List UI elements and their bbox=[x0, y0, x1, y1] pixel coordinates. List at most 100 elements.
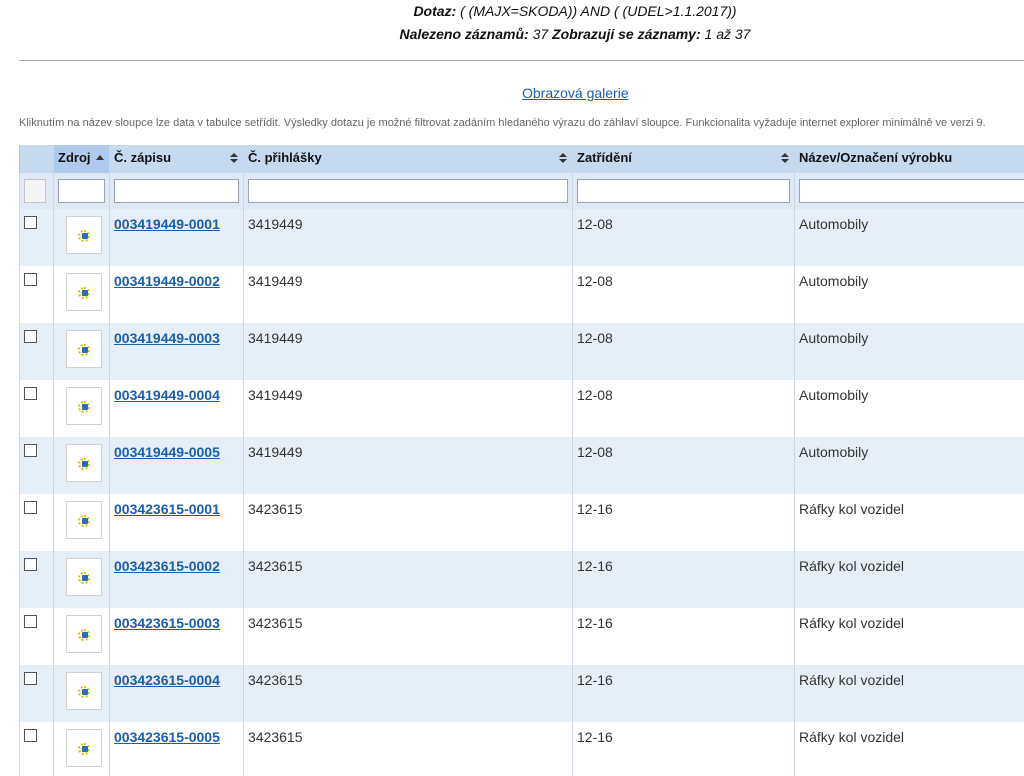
select-cell bbox=[19, 665, 54, 722]
source-cell bbox=[53, 380, 110, 437]
table-row: 003419449-0002 3419449 12-08 Automobily bbox=[19, 266, 1024, 323]
product-name-cell: Ráfky kol vozidel bbox=[794, 608, 1024, 665]
row-checkbox[interactable] bbox=[24, 558, 37, 571]
product-name-cell: Ráfky kol vozidel bbox=[794, 722, 1024, 776]
product-name-cell: Automobily bbox=[794, 380, 1024, 437]
app-no-cell: 3423615 bbox=[243, 551, 573, 608]
header-row: Zdroj Č. zápisu Č. přihlášky Zatřídění N… bbox=[19, 145, 1024, 173]
registration-number-link[interactable]: 003423615-0001 bbox=[114, 501, 220, 517]
select-cell bbox=[19, 209, 54, 266]
eu-design-source-icon[interactable] bbox=[66, 615, 102, 653]
row-checkbox[interactable] bbox=[24, 615, 37, 628]
divider bbox=[19, 60, 1024, 61]
showing-label: Zobrazuji se záznamy: bbox=[552, 26, 701, 42]
select-cell bbox=[19, 722, 54, 776]
column-header-app-no[interactable]: Č. přihlášky bbox=[243, 145, 573, 173]
eu-design-source-icon[interactable] bbox=[66, 273, 102, 311]
table-row: 003423615-0004 3423615 12-16 Ráfky kol vozi… bbox=[19, 665, 1024, 722]
registration-number-link[interactable]: 003419449-0005 bbox=[114, 444, 220, 460]
eu-design-source-icon[interactable] bbox=[66, 672, 102, 710]
sort-arrows-icon bbox=[559, 153, 567, 164]
query-label: Dotaz: bbox=[413, 3, 457, 19]
filter-cell-app-no bbox=[243, 173, 573, 209]
table-row: 003423615-0005 3423615 12-16 Ráfky kol vozi… bbox=[19, 722, 1024, 776]
row-checkbox[interactable] bbox=[24, 216, 37, 229]
registration-number-link[interactable]: 003419449-0001 bbox=[114, 216, 220, 232]
column-header-class-label: Zatřídění bbox=[577, 150, 632, 165]
query-line: Dotaz: ( (MAJX=SKODA)) AND ( (UDEL>1.1.2… bbox=[0, 3, 1024, 19]
class-cell: 12-16 bbox=[572, 665, 795, 722]
app-no-cell: 3419449 bbox=[243, 437, 573, 494]
eu-design-source-icon[interactable] bbox=[66, 387, 102, 425]
reg-no-cell: 003423615-0003 bbox=[109, 608, 244, 665]
table-row: 003423615-0002 3423615 12-16 Ráfky kol vozi… bbox=[19, 551, 1024, 608]
column-header-app-no-label: Č. přihlášky bbox=[248, 150, 322, 165]
source-cell bbox=[53, 551, 110, 608]
filter-input-reg-no[interactable] bbox=[114, 179, 239, 203]
registration-number-link[interactable]: 003423615-0002 bbox=[114, 558, 220, 574]
column-header-name[interactable]: Název/Označení výrobku bbox=[794, 145, 1024, 173]
product-name-cell: Automobily bbox=[794, 437, 1024, 494]
sort-arrows-icon bbox=[781, 153, 789, 164]
row-checkbox[interactable] bbox=[24, 273, 37, 286]
product-name-cell: Automobily bbox=[794, 209, 1024, 266]
reg-no-cell: 003419449-0005 bbox=[109, 437, 244, 494]
source-cell bbox=[53, 266, 110, 323]
row-checkbox[interactable] bbox=[24, 672, 37, 685]
row-checkbox[interactable] bbox=[24, 387, 37, 400]
class-cell: 12-16 bbox=[572, 494, 795, 551]
source-cell bbox=[53, 494, 110, 551]
column-header-source[interactable]: Zdroj bbox=[53, 145, 110, 173]
filter-input-app-no[interactable] bbox=[248, 179, 568, 203]
eu-design-source-icon[interactable] bbox=[66, 444, 102, 482]
reg-no-cell: 003419449-0003 bbox=[109, 323, 244, 380]
select-cell bbox=[19, 494, 54, 551]
table-row: 003419449-0003 3419449 12-08 Automobily bbox=[19, 323, 1024, 380]
select-cell bbox=[19, 266, 54, 323]
image-gallery-link[interactable]: Obrazová galerie bbox=[522, 85, 629, 101]
source-cell bbox=[53, 209, 110, 266]
eu-design-source-icon[interactable] bbox=[66, 558, 102, 596]
column-header-reg-no[interactable]: Č. zápisu bbox=[109, 145, 244, 173]
table-row: 003423615-0003 3423615 12-16 Ráfky kol vozi… bbox=[19, 608, 1024, 665]
column-header-class[interactable]: Zatřídění bbox=[572, 145, 795, 173]
select-cell bbox=[19, 608, 54, 665]
source-cell bbox=[53, 665, 110, 722]
eu-design-source-icon[interactable] bbox=[66, 330, 102, 368]
showing-value: 1 až 37 bbox=[704, 26, 751, 42]
filter-cell-source bbox=[53, 173, 110, 209]
table-row: 003419449-0004 3419449 12-08 Automobily bbox=[19, 380, 1024, 437]
registration-number-link[interactable]: 003423615-0005 bbox=[114, 729, 220, 745]
class-cell: 12-08 bbox=[572, 380, 795, 437]
eu-design-source-icon[interactable] bbox=[66, 501, 102, 539]
product-name-cell: Automobily bbox=[794, 323, 1024, 380]
class-cell: 12-16 bbox=[572, 608, 795, 665]
filter-cell-reg-no bbox=[109, 173, 244, 209]
product-name-cell: Ráfky kol vozidel bbox=[794, 551, 1024, 608]
filter-input-source[interactable] bbox=[58, 179, 105, 203]
registration-number-link[interactable]: 003423615-0004 bbox=[114, 672, 220, 688]
registration-number-link[interactable]: 003419449-0002 bbox=[114, 273, 220, 289]
class-cell: 12-08 bbox=[572, 437, 795, 494]
source-cell bbox=[53, 722, 110, 776]
row-checkbox[interactable] bbox=[24, 330, 37, 343]
eu-design-source-icon[interactable] bbox=[66, 729, 102, 767]
filter-cell-select bbox=[19, 173, 54, 209]
row-checkbox[interactable] bbox=[24, 729, 37, 742]
select-cell bbox=[19, 380, 54, 437]
row-checkbox[interactable] bbox=[24, 444, 37, 457]
filter-cell-name bbox=[794, 173, 1024, 209]
product-name-cell: Ráfky kol vozidel bbox=[794, 665, 1024, 722]
reg-no-cell: 003419449-0004 bbox=[109, 380, 244, 437]
registration-number-link[interactable]: 003423615-0003 bbox=[114, 615, 220, 631]
select-cell bbox=[19, 551, 54, 608]
select-column-header bbox=[19, 145, 54, 173]
filter-input-name[interactable] bbox=[799, 179, 1024, 203]
row-checkbox[interactable] bbox=[24, 501, 37, 514]
filter-input-class[interactable] bbox=[577, 179, 790, 203]
eu-design-source-icon[interactable] bbox=[66, 216, 102, 254]
registration-number-link[interactable]: 003419449-0004 bbox=[114, 387, 220, 403]
app-no-cell: 3419449 bbox=[243, 209, 573, 266]
table-row: 003419449-0001 3419449 12-08 Automobily bbox=[19, 209, 1024, 266]
registration-number-link[interactable]: 003419449-0003 bbox=[114, 330, 220, 346]
